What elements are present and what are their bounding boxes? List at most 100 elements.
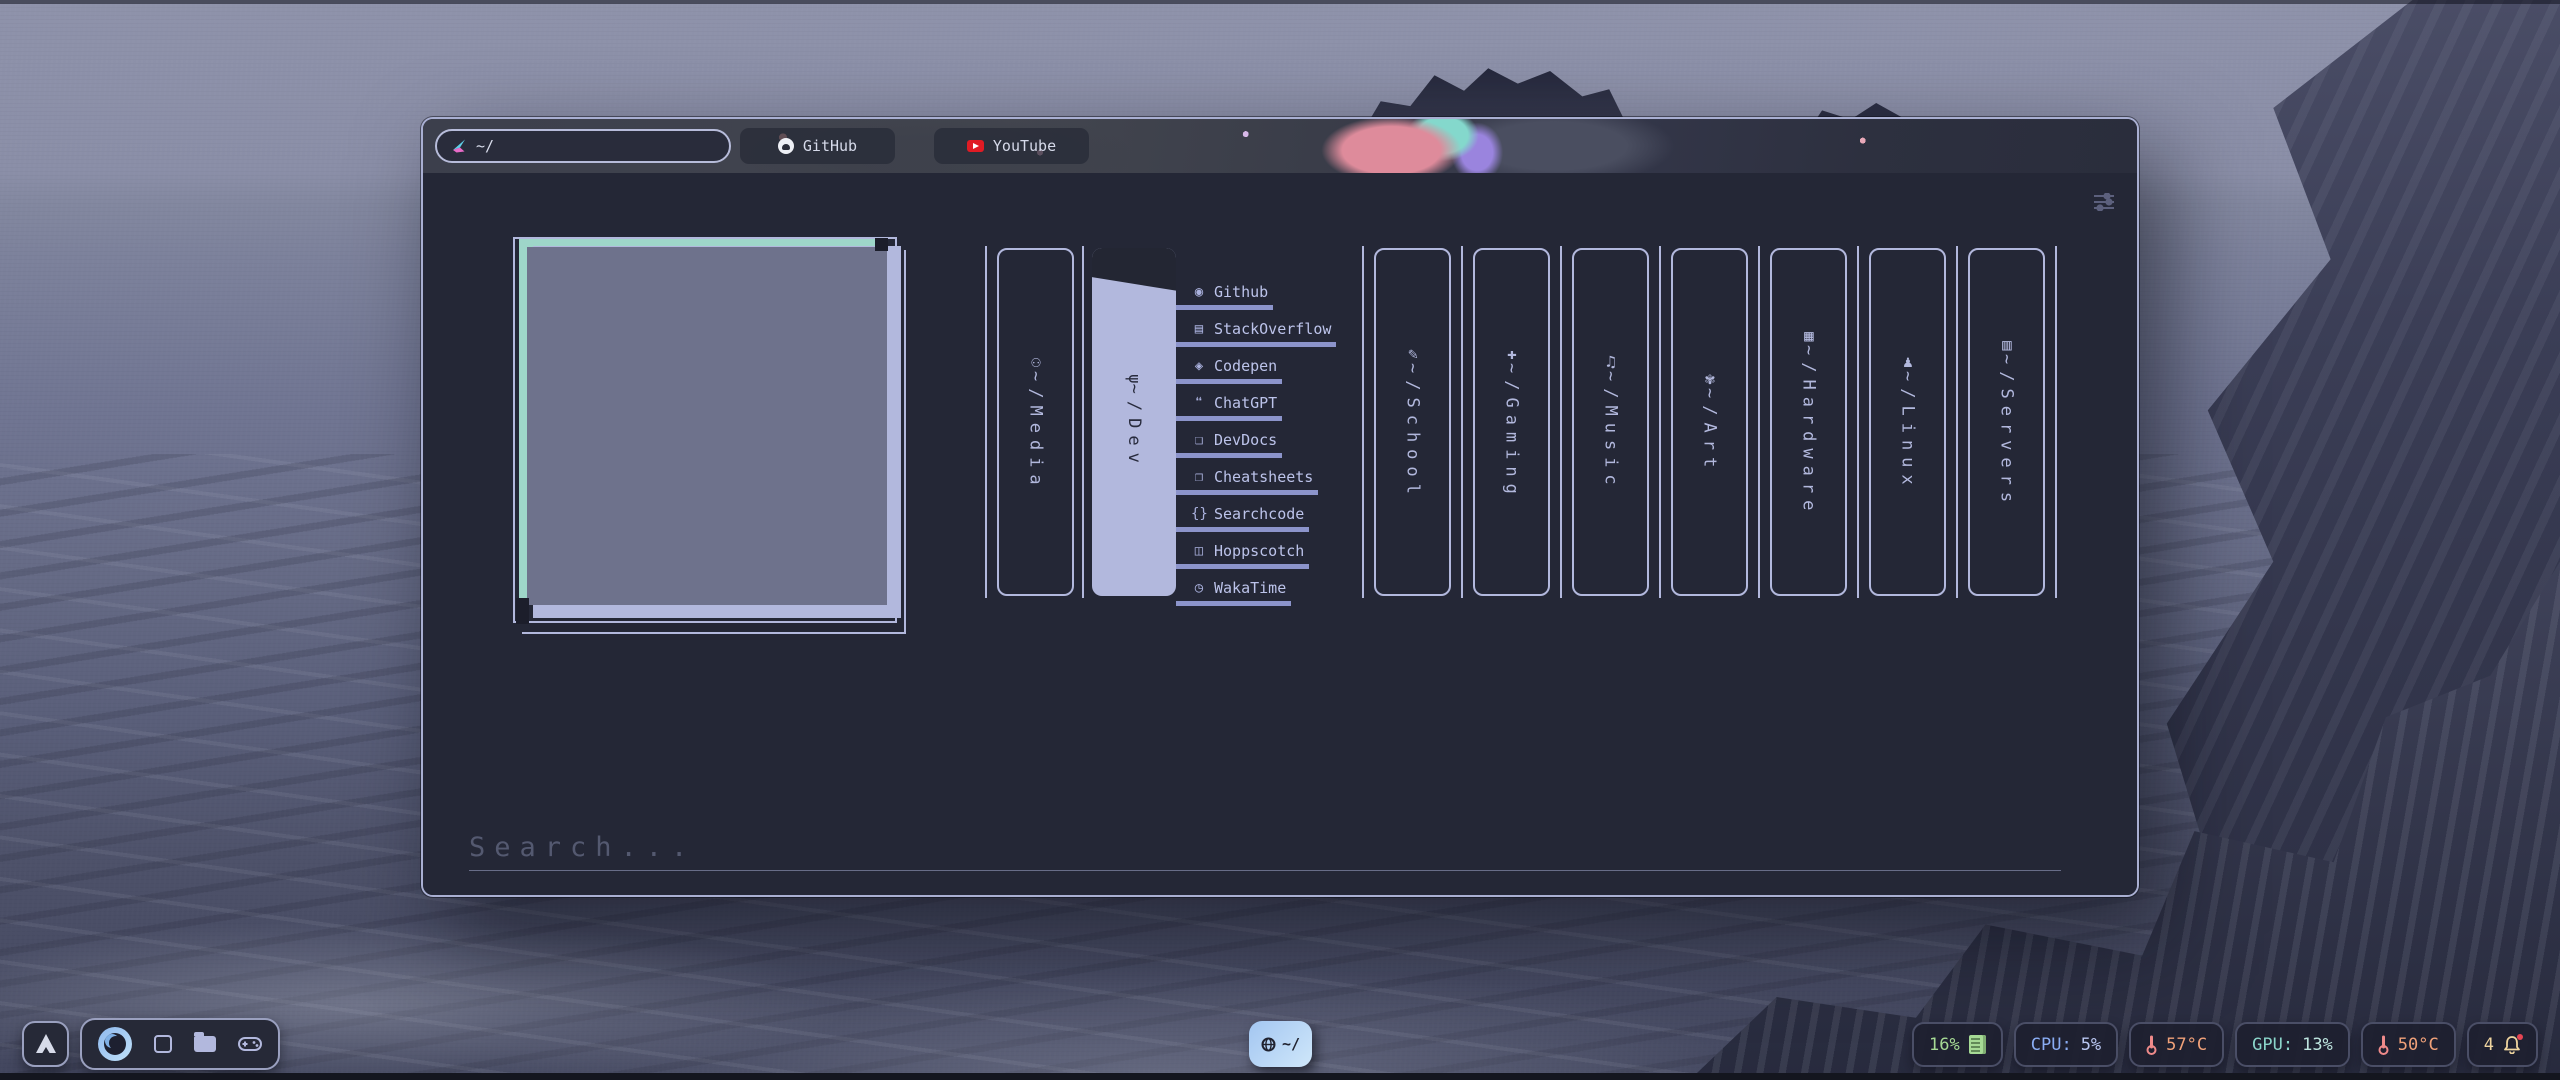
- taskbar-window-button[interactable]: ~/: [1249, 1021, 1312, 1067]
- git-branch-icon: ψ: [1125, 374, 1144, 384]
- link-underline: [1176, 305, 1273, 310]
- tab-github[interactable]: GitHub: [740, 128, 895, 164]
- notification-count: 4: [2484, 1035, 2494, 1055]
- document-icon: ❏: [1191, 432, 1207, 448]
- link-label: Hoppscotch: [1214, 542, 1304, 560]
- gamepad-icon: ✚: [1503, 344, 1522, 363]
- clock-icon: ◷: [1191, 580, 1207, 596]
- dock-item-firefox-active[interactable]: [98, 1027, 132, 1061]
- tab-label: GitHub: [803, 137, 857, 155]
- gpu-label: GPU:: [2252, 1035, 2293, 1055]
- link-codepen[interactable]: ◈Codepen: [1176, 356, 1282, 384]
- link-label: StackOverflow: [1214, 320, 1331, 338]
- book-label: ~/Media: [1026, 371, 1046, 492]
- book-gaming[interactable]: ✚~/Gaming: [1473, 248, 1550, 596]
- gpu-usage-pill[interactable]: GPU: 13%: [2235, 1022, 2350, 1067]
- tab-youtube[interactable]: YouTube: [934, 128, 1089, 164]
- boxes-icon: ◫: [1191, 543, 1207, 559]
- link-underline: [1176, 453, 1282, 458]
- media-icon: ⚇: [1027, 352, 1046, 371]
- url-bar[interactable]: ~/: [435, 129, 731, 163]
- link-label: Cheatsheets: [1214, 468, 1313, 486]
- book-dev-open[interactable]: ψ~/Dev: [1092, 248, 1176, 596]
- link-label: Searchcode: [1214, 505, 1304, 523]
- dock-item-games[interactable]: [238, 1037, 262, 1051]
- settings-sliders-icon[interactable]: [2093, 193, 2115, 211]
- gpu-value: 13%: [2302, 1035, 2333, 1055]
- firefox-icon: [104, 1033, 126, 1055]
- link-hoppscotch[interactable]: ◫ Hoppscotch: [1176, 541, 1309, 569]
- book-label: ~/Servers: [1997, 354, 2017, 509]
- dock: [80, 1018, 280, 1070]
- dock-item-files[interactable]: [194, 1036, 216, 1052]
- book-servers[interactable]: ▥~/Servers: [1968, 248, 2045, 596]
- screen-bottom-edge: [0, 1073, 2560, 1080]
- cpu-temp-pill[interactable]: 57°C: [2129, 1022, 2224, 1067]
- startpage-content: ⚇~/Media ψ~/Dev ◉ Github ▤ StackOverflow ◈…: [423, 173, 2137, 897]
- window-button-label: ~/: [1282, 1035, 1300, 1053]
- server-rack-icon: ▥: [1998, 335, 2017, 354]
- desktop: ~/ GitHub YouTube: [0, 0, 2560, 1080]
- notifications-pill[interactable]: 4: [2467, 1022, 2538, 1067]
- youtube-icon: [967, 140, 984, 152]
- browser-window: ~/ GitHub YouTube: [421, 117, 2139, 897]
- ram-usage-pill[interactable]: 16%: [1912, 1022, 2003, 1067]
- tab-bar: ~/ GitHub YouTube: [423, 119, 2137, 173]
- link-github[interactable]: ◉ Github: [1176, 282, 1273, 310]
- bookshelf: ⚇~/Media ψ~/Dev ◉ Github ▤ StackOverflow ◈…: [985, 248, 2057, 596]
- link-devdocs[interactable]: ❏DevDocs: [1176, 430, 1282, 458]
- school-icon: ✎: [1404, 344, 1423, 363]
- link-underline: [1176, 601, 1291, 606]
- screen-top-edge: [0, 0, 2560, 4]
- gpu-temp-pill[interactable]: 50°C: [2361, 1022, 2456, 1067]
- book-hardware[interactable]: ▦~/Hardware: [1770, 248, 1847, 596]
- link-chatgpt[interactable]: ❝ChatGPT: [1176, 393, 1282, 421]
- github-icon: ◉: [1191, 284, 1207, 300]
- arch-linux-icon: [35, 1034, 57, 1054]
- shelf-divider: [2055, 246, 2057, 598]
- music-note-icon: ♫: [1602, 352, 1621, 371]
- book-music[interactable]: ♫~/Music: [1572, 248, 1649, 596]
- cpu-usage-pill[interactable]: CPU: 5%: [2014, 1022, 2118, 1067]
- search-input[interactable]: [469, 825, 2061, 871]
- link-underline: [1176, 416, 1282, 421]
- link-cheatsheets[interactable]: ❐Cheatsheets: [1176, 467, 1318, 495]
- book-linux[interactable]: ♟~/Linux: [1869, 248, 1946, 596]
- book-media[interactable]: ⚇~/Media: [997, 248, 1074, 596]
- dock-item-terminal[interactable]: [154, 1035, 172, 1053]
- braces-icon: {}: [1191, 506, 1207, 522]
- palette-icon: ✾: [1701, 369, 1720, 388]
- artwork-corner-handle: [516, 598, 529, 611]
- book-label: ~/Hardware: [1799, 345, 1819, 517]
- ram-chip-icon: [1969, 1035, 1986, 1054]
- book-label: ~/Linux: [1898, 371, 1918, 492]
- thermometer-icon: [2378, 1035, 2389, 1055]
- book-label: ~/Dev: [1124, 384, 1144, 470]
- github-icon: [778, 138, 794, 154]
- link-wakatime[interactable]: ◷ WakaTime: [1176, 578, 1291, 606]
- link-label: WakaTime: [1214, 579, 1286, 597]
- bell-icon: [2503, 1035, 2521, 1054]
- book-school[interactable]: ✎~/School: [1374, 248, 1451, 596]
- link-stackoverflow[interactable]: ▤ StackOverflow: [1176, 319, 1336, 347]
- artwork-outline-front: [522, 250, 906, 634]
- penguin-icon: ♟: [1899, 352, 1918, 371]
- link-label: ChatGPT: [1214, 394, 1277, 412]
- browser-logo-icon: [451, 138, 467, 154]
- book-label: ~/Music: [1601, 371, 1621, 492]
- notification-dot: [2517, 1034, 2523, 1040]
- link-label: Github: [1214, 283, 1268, 301]
- stackoverflow-icon: ▤: [1191, 321, 1207, 337]
- gpu-temp-value: 50°C: [2398, 1035, 2439, 1055]
- cpu-value: 5%: [2081, 1035, 2101, 1055]
- artwork-frame: [507, 232, 911, 642]
- link-underline: [1176, 564, 1309, 569]
- book-art[interactable]: ✾~/Art: [1671, 248, 1748, 596]
- link-underline: [1176, 527, 1309, 532]
- link-underline: [1176, 379, 1282, 384]
- link-label: Codepen: [1214, 357, 1277, 375]
- link-searchcode[interactable]: {} Searchcode: [1176, 504, 1309, 532]
- system-tray: 16% CPU: 5% 57°C GPU: 13% 50°C 4: [1912, 1022, 2538, 1067]
- url-text: ~/: [476, 137, 494, 155]
- app-launcher-button[interactable]: [22, 1021, 69, 1067]
